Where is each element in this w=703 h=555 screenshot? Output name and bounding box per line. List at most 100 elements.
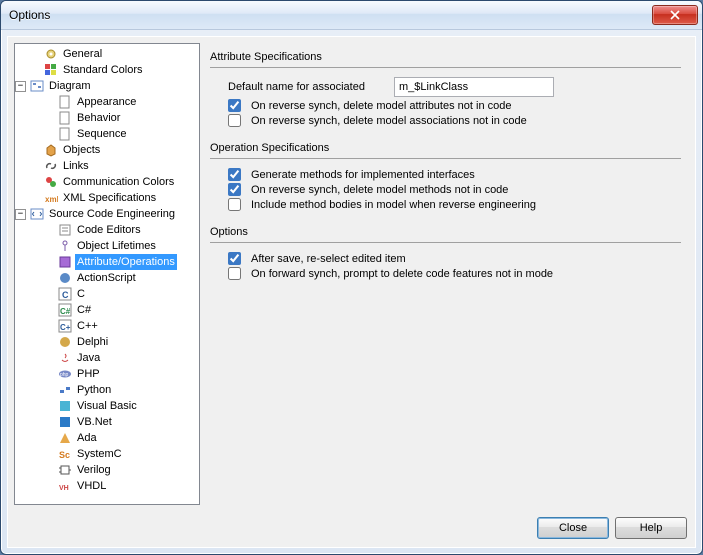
page-icon xyxy=(57,94,73,110)
csharp-icon: C# xyxy=(57,302,73,318)
tree-item-diagram[interactable]: − Diagram xyxy=(15,78,199,94)
tree-item-objects[interactable]: Objects xyxy=(15,142,199,158)
checkbox-rev-del-attrs[interactable] xyxy=(228,99,241,112)
collapse-icon[interactable]: − xyxy=(15,81,26,92)
settings-panel: Attribute Specifications Default name fo… xyxy=(206,43,689,505)
svg-text:C: C xyxy=(62,290,69,300)
default-name-label: Default name for associated xyxy=(228,81,388,93)
lifetime-icon xyxy=(57,238,73,254)
close-button[interactable]: Close xyxy=(537,517,609,539)
checkbox-after-save[interactable] xyxy=(228,252,241,265)
tree-item-delphi[interactable]: Delphi xyxy=(15,334,199,350)
link-icon xyxy=(43,158,59,174)
c-icon: C xyxy=(57,286,73,302)
checkbox-gen-methods[interactable] xyxy=(228,168,241,181)
divider xyxy=(210,67,681,68)
page-icon xyxy=(57,110,73,126)
ada-icon xyxy=(57,430,73,446)
tree-item-php[interactable]: phpPHP xyxy=(15,366,199,382)
window-title: Options xyxy=(9,8,652,22)
actionscript-icon xyxy=(57,270,73,286)
close-icon xyxy=(670,10,680,20)
tree-item-vbnet[interactable]: VB.Net xyxy=(15,414,199,430)
tree-item-xml-specs[interactable]: xmlXML Specifications xyxy=(15,190,199,206)
java-icon xyxy=(57,350,73,366)
code-icon xyxy=(29,206,45,222)
tree-item-code-editors[interactable]: Code Editors xyxy=(15,222,199,238)
row-default-name: Default name for associated xyxy=(210,76,681,98)
tree-item-links[interactable]: Links xyxy=(15,158,199,174)
tree-item-c[interactable]: CC xyxy=(15,286,199,302)
tree-item-sequence[interactable]: Sequence xyxy=(15,126,199,142)
dialog-footer: Close Help xyxy=(8,511,695,547)
xml-icon: xml xyxy=(43,190,59,206)
titlebar: Options xyxy=(1,1,702,30)
tree-item-source-code-engineering[interactable]: −Source Code Engineering xyxy=(15,206,199,222)
checkbox-fwd-prompt[interactable] xyxy=(228,267,241,280)
svg-text:Sc: Sc xyxy=(59,450,70,460)
window-close-button[interactable] xyxy=(652,5,698,25)
row-include-bodies: Include method bodies in model when reve… xyxy=(210,197,681,212)
vb-icon xyxy=(57,398,73,414)
php-icon: php xyxy=(57,366,73,382)
tree-item-object-lifetimes[interactable]: Object Lifetimes xyxy=(15,238,199,254)
dialog-body: General Standard Colors − Diagram Appear… xyxy=(7,36,696,548)
tree-item-visual-basic[interactable]: Visual Basic xyxy=(15,398,199,414)
delphi-icon xyxy=(57,334,73,350)
tree-item-verilog[interactable]: Verilog xyxy=(15,462,199,478)
svg-text:C+: C+ xyxy=(60,323,71,332)
svg-text:VH: VH xyxy=(59,485,69,492)
group-attribute-specifications: Attribute Specifications xyxy=(210,47,681,65)
tree-item-python[interactable]: Python xyxy=(15,382,199,398)
tree-item-comm-colors[interactable]: Communication Colors xyxy=(15,174,199,190)
tree-item-attribute-operations[interactable]: Attribute/Operations xyxy=(15,254,199,270)
tree-item-appearance[interactable]: Appearance xyxy=(15,94,199,110)
tree-item-behavior[interactable]: Behavior xyxy=(15,110,199,126)
tree-item-csharp[interactable]: C#C# xyxy=(15,302,199,318)
editor-icon xyxy=(57,222,73,238)
tree-item-cpp[interactable]: C+C++ xyxy=(15,318,199,334)
vhdl-icon: VH xyxy=(57,478,73,494)
palette-icon xyxy=(43,62,59,78)
diagram-icon xyxy=(29,78,45,94)
tree-item-vhdl[interactable]: VHVHDL xyxy=(15,478,199,494)
cpp-icon: C+ xyxy=(57,318,73,334)
tree-item-ada[interactable]: Ada xyxy=(15,430,199,446)
divider xyxy=(210,242,681,243)
row-after-save: After save, re-select edited item xyxy=(210,251,681,266)
cube-icon xyxy=(43,142,59,158)
help-button[interactable]: Help xyxy=(615,517,687,539)
options-dialog: Options General Standard Colors xyxy=(0,0,703,555)
tree-item-java[interactable]: Java xyxy=(15,350,199,366)
page-icon xyxy=(57,126,73,142)
row-rev-del-methods: On reverse synch, delete model methods n… xyxy=(210,182,681,197)
collapse-icon[interactable]: − xyxy=(15,209,26,220)
palette-icon xyxy=(43,174,59,190)
content-area: General Standard Colors − Diagram Appear… xyxy=(8,37,695,511)
svg-text:php: php xyxy=(60,372,69,378)
divider xyxy=(210,158,681,159)
vbnet-icon xyxy=(57,414,73,430)
checkbox-include-bodies[interactable] xyxy=(228,198,241,211)
tree-item-systemc[interactable]: ScSystemC xyxy=(15,446,199,462)
group-operation-specifications: Operation Specifications xyxy=(210,138,681,156)
svg-text:xml: xml xyxy=(45,195,58,204)
row-fwd-prompt: On forward synch, prompt to delete code … xyxy=(210,266,681,281)
tree-item-standard-colors[interactable]: Standard Colors xyxy=(15,62,199,78)
systemc-icon: Sc xyxy=(57,446,73,462)
row-gen-methods: Generate methods for implemented interfa… xyxy=(210,167,681,182)
checkbox-rev-del-assocs[interactable] xyxy=(228,114,241,127)
python-icon xyxy=(57,382,73,398)
category-tree[interactable]: General Standard Colors − Diagram Appear… xyxy=(14,43,200,505)
default-name-input[interactable] xyxy=(394,77,554,97)
tree-item-actionscript[interactable]: ActionScript xyxy=(15,270,199,286)
svg-text:C#: C# xyxy=(60,307,71,316)
verilog-icon xyxy=(57,462,73,478)
group-options: Options xyxy=(210,222,681,240)
attr-ops-icon xyxy=(57,254,73,270)
row-rev-del-assocs: On reverse synch, delete model associati… xyxy=(210,113,681,128)
tree-item-general[interactable]: General xyxy=(15,46,199,62)
checkbox-rev-del-methods[interactable] xyxy=(228,183,241,196)
row-rev-del-attrs: On reverse synch, delete model attribute… xyxy=(210,98,681,113)
gear-icon xyxy=(43,46,59,62)
